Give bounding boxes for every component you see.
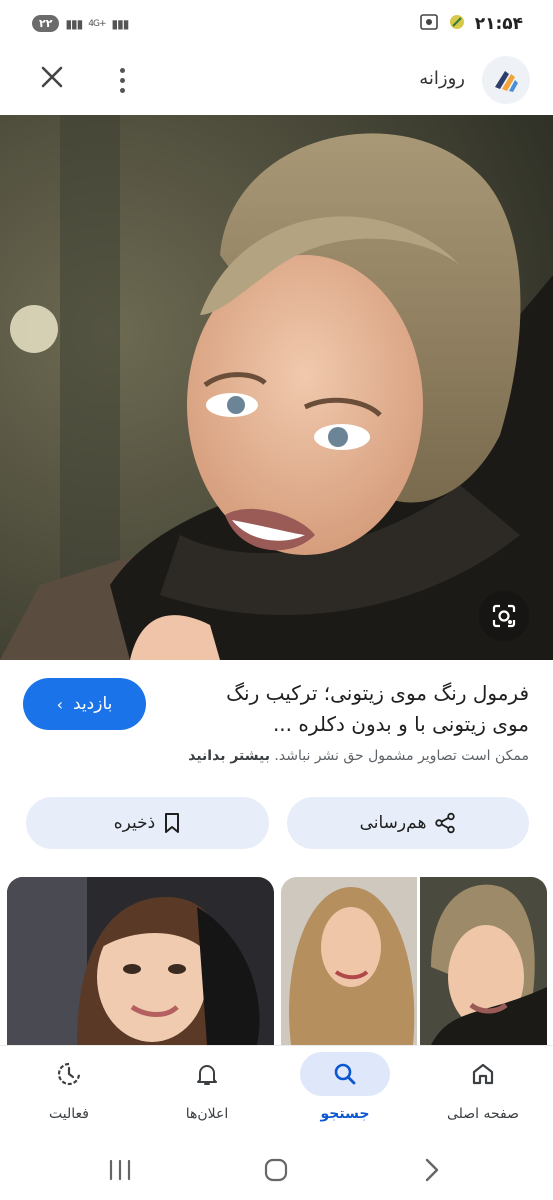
close-button[interactable] [36,64,68,96]
search-icon [334,1063,356,1085]
nav-home[interactable]: صفحه اصلی [414,1052,552,1137]
nav-search[interactable]: جستجو [276,1052,414,1137]
share-label: هم‌رسانی [359,813,427,833]
copyright-text: ممکن است تصاویر مشمول حق نشر نباشد. [274,748,529,764]
nav-activity[interactable]: فعالیت [0,1052,138,1137]
related-images [0,877,553,1045]
status-bar: ۲۲ ▮▮▮ 4G+ ▮▮▮ ۲۱:۵۴ [0,0,553,52]
recents-icon [109,1159,131,1181]
chevron-right-icon: › [56,694,64,714]
save-label: ذخیره [113,813,156,833]
bell-icon [197,1065,217,1085]
clock: ۲۱:۵۴ [474,14,523,34]
signal-icon: ▮▮▮ [65,16,83,31]
leaf-icon [449,14,465,34]
lens-button[interactable] [479,591,529,641]
home-icon [472,1063,494,1085]
nav-search-label: جستجو [320,1106,370,1122]
nav-activity-label: فعالیت [49,1106,89,1122]
home-button[interactable] [256,1150,296,1190]
nav-notifications-label: اعلان‌ها [185,1106,229,1122]
share-button[interactable]: هم‌رسانی [287,797,529,849]
lens-icon [492,604,516,628]
result-title[interactable]: فرمول رنگ موی زیتونی؛ ترکیب رنگ موی زیتو… [189,678,529,740]
site-logo[interactable] [482,56,530,104]
visit-label: بازدید [73,694,113,714]
status-left: ۲۲ ▮▮▮ 4G+ ▮▮▮ [32,15,130,32]
related-image-1-photo [7,877,274,1045]
status-right: ۲۱:۵۴ [419,13,523,35]
system-nav [0,1140,553,1200]
header: روزانه [0,52,553,114]
recents-button[interactable] [100,1150,140,1190]
battery-indicator: ۲۲ [32,15,60,32]
related-image-2-photo [281,877,547,1045]
portrait-image [0,115,553,660]
signal-icon-2: ▮▮▮ [111,16,130,31]
related-image-1[interactable] [7,877,274,1045]
back-button[interactable] [411,1150,451,1190]
site-logo-icon [495,71,518,92]
related-image-2[interactable] [281,877,547,1045]
copyright-notice: ممکن است تصاویر مشمول حق نشر نباشد. بیشت… [49,748,529,764]
more-options-button[interactable] [108,64,136,96]
site-name[interactable]: روزانه [419,68,465,89]
network-type: 4G+ [88,18,106,29]
share-icon [435,812,456,834]
nav-notifications[interactable]: اعلان‌ها [138,1052,276,1137]
screenshot-icon [419,13,439,35]
learn-more-link[interactable]: بیشتر بدانید [188,748,270,764]
visit-button[interactable]: بازدید › [23,678,146,730]
save-button[interactable]: ذخیره [26,797,269,849]
home-circle-icon [264,1158,288,1182]
main-image[interactable] [0,115,553,660]
more-vert-icon [119,67,125,73]
bottom-nav: صفحه اصلی جستجو اعلان‌ها فعالیت [0,1045,553,1140]
activity-icon [57,1062,81,1086]
chevron-right-icon [425,1158,439,1182]
bookmark-icon [165,813,180,833]
close-icon [41,66,63,88]
nav-home-label: صفحه اصلی [446,1106,520,1122]
